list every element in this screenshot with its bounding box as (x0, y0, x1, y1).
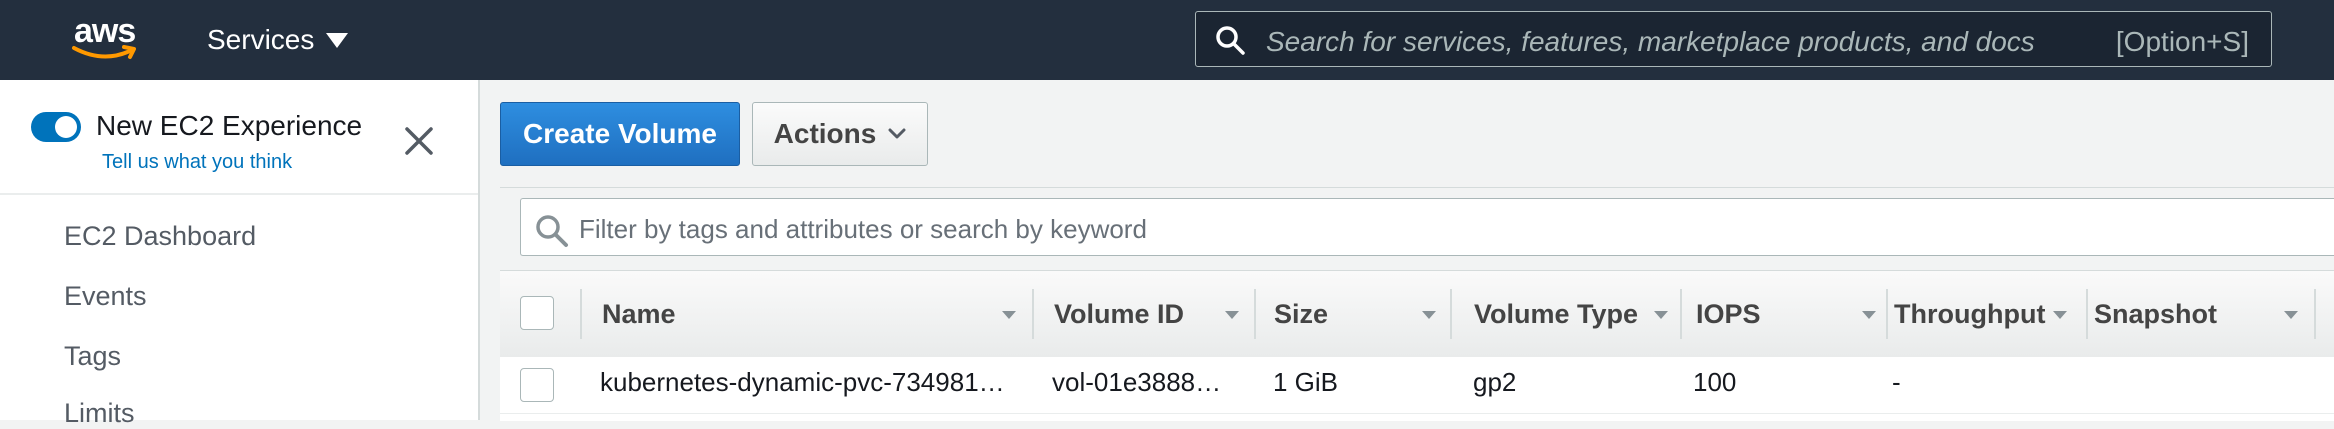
cell-iops: 100 (1693, 367, 1737, 397)
column-divider (1450, 289, 1452, 339)
column-snapshot-label: Snapshot (2094, 298, 2218, 329)
sort-caret-icon (1654, 311, 1668, 319)
column-header-snapshot[interactable]: Snapshot (2094, 271, 2314, 357)
filter-input[interactable]: Filter by tags and attributes or search … (520, 198, 2334, 256)
column-header-volume-id[interactable]: Volume ID (1054, 271, 1254, 357)
column-divider (1886, 289, 1888, 339)
table-row[interactable]: kubernetes-dynamic-pvc-734981… vol-01e38… (500, 357, 2334, 414)
search-icon (536, 215, 568, 247)
global-search-input[interactable]: Search for services, features, marketpla… (1195, 11, 2272, 67)
column-divider (1680, 289, 1682, 339)
actions-label: Actions (773, 118, 877, 149)
sort-caret-icon (1862, 311, 1876, 319)
column-divider (2314, 289, 2316, 339)
actions-dropdown-button[interactable]: Actions (752, 102, 928, 166)
services-label: Services (207, 24, 315, 55)
search-placeholder: Search for services, features, marketpla… (1266, 26, 2035, 57)
column-divider (1032, 289, 1034, 339)
aws-logo[interactable]: aws (70, 14, 146, 62)
sort-caret-icon (1225, 311, 1239, 319)
aws-logo-text: aws (74, 12, 136, 50)
column-volume-id-label: Volume ID (1054, 298, 1185, 329)
sort-caret-icon (2053, 311, 2067, 319)
cell-volume-id[interactable]: vol-01e3888… (1052, 367, 1221, 398)
sidebar-item-tags[interactable]: Tags (64, 341, 121, 372)
column-size-label: Size (1274, 298, 1329, 329)
caret-down-icon (326, 32, 349, 48)
services-menu[interactable]: Services (207, 22, 349, 58)
cell-volume-type: gp2 (1473, 367, 1517, 397)
column-header-name[interactable]: Name (602, 271, 1032, 357)
column-header-volume-type[interactable]: Volume Type (1474, 271, 1680, 357)
top-nav-bar: aws Services Search for services, featur… (0, 0, 2334, 80)
search-shortcut-hint: [Option+S] (2115, 26, 2249, 57)
column-divider (2086, 289, 2088, 339)
new-experience-label: New EC2 Experience (96, 110, 363, 141)
create-volume-label: Create Volume (523, 118, 717, 149)
toggle-knob (55, 116, 77, 138)
feedback-link[interactable]: Tell us what you think (102, 151, 292, 174)
chevron-down-icon (888, 128, 906, 139)
filter-placeholder: Filter by tags and attributes or search … (579, 214, 1147, 244)
cell-name: kubernetes-dynamic-pvc-734981… (600, 367, 1005, 397)
column-header-iops[interactable]: IOPS (1696, 271, 1886, 357)
search-icon (1216, 26, 1245, 55)
column-throughput-label: Throughput (1894, 298, 2046, 329)
sidebar: New EC2 Experience Tell us what you thin… (0, 80, 480, 428)
filter-bar: Filter by tags and attributes or search … (500, 188, 2334, 270)
column-name-label: Name (602, 298, 676, 329)
cell-throughput: - (1892, 367, 1901, 397)
column-header-throughput[interactable]: Throughput (1894, 271, 2086, 357)
sort-caret-icon (1002, 311, 1016, 319)
sidebar-item-ec2-dashboard[interactable]: EC2 Dashboard (64, 221, 256, 252)
column-divider (1254, 289, 1256, 339)
sidebar-item-events[interactable]: Events (64, 281, 147, 312)
column-divider (580, 289, 582, 339)
sidebar-item-limits[interactable]: Limits (64, 398, 135, 429)
close-icon[interactable] (404, 126, 434, 156)
sort-caret-icon (1422, 311, 1436, 319)
cell-size: 1 GiB (1273, 367, 1339, 397)
new-experience-toggle[interactable] (31, 112, 81, 142)
sort-caret-icon (2284, 311, 2298, 319)
volumes-panel: Filter by tags and attributes or search … (500, 187, 2334, 421)
sidebar-divider (0, 193, 478, 195)
column-header-size[interactable]: Size (1274, 271, 1450, 357)
table-header: Name Volume ID Size Volume Type IOPS Thr… (500, 270, 2334, 358)
aws-smile-icon (72, 45, 136, 59)
create-volume-button[interactable]: Create Volume (500, 102, 740, 166)
column-iops-label: IOPS (1696, 298, 1761, 329)
select-all-checkbox[interactable] (520, 296, 554, 330)
column-volume-type-label: Volume Type (1474, 298, 1639, 329)
row-checkbox[interactable] (520, 368, 554, 402)
